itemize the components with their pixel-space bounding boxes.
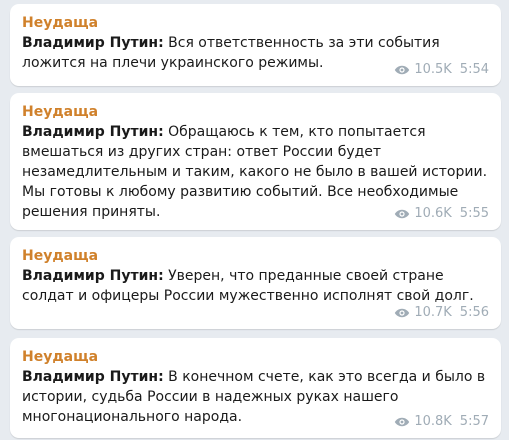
view-count: 10.8K: [414, 414, 452, 429]
timestamp: 5:57: [459, 414, 489, 429]
sender-name[interactable]: Неудаща: [22, 102, 489, 122]
speaker-label: Владимир Путин:: [22, 124, 164, 140]
eye-icon: [395, 209, 410, 219]
sender-name[interactable]: Неудаща: [22, 246, 489, 266]
message-bubble[interactable]: Неудаща Владимир Путин: В конечном счете…: [10, 338, 501, 438]
speaker-label: Владимир Путин:: [22, 369, 164, 385]
eye-icon: [395, 308, 410, 318]
sender-name[interactable]: Неудаща: [22, 13, 489, 33]
message-meta: 10.6K 5:55: [394, 206, 489, 222]
message-feed[interactable]: Неудаща Владимир Путин: Вся ответственно…: [0, 0, 509, 440]
eye-icon: [395, 65, 410, 75]
message-meta: 10.8K 5:57: [394, 414, 489, 430]
message-text: Владимир Путин: Уверен, что преданные св…: [22, 266, 488, 306]
sender-name[interactable]: Неудаща: [22, 347, 489, 367]
speaker-label: Владимир Путин:: [22, 268, 164, 284]
view-count: 10.6K: [414, 206, 452, 221]
timestamp: 5:55: [459, 206, 489, 221]
timestamp: 5:54: [459, 62, 489, 77]
message-bubble[interactable]: Неудаща Владимир Путин: Вся ответственно…: [10, 4, 501, 86]
view-count: 10.5K: [414, 62, 452, 77]
timestamp: 5:56: [459, 305, 489, 320]
speaker-label: Владимир Путин:: [22, 35, 164, 51]
message-bubble[interactable]: Неудаща Владимир Путин: Уверен, что пред…: [10, 237, 501, 329]
message-bubble[interactable]: Неудаща Владимир Путин: Обращаюсь к тем,…: [10, 93, 501, 230]
message-meta: 10.5K 5:54: [394, 62, 489, 78]
message-meta: 10.7K 5:56: [394, 305, 489, 321]
view-count: 10.7K: [414, 305, 452, 320]
eye-icon: [395, 417, 410, 427]
